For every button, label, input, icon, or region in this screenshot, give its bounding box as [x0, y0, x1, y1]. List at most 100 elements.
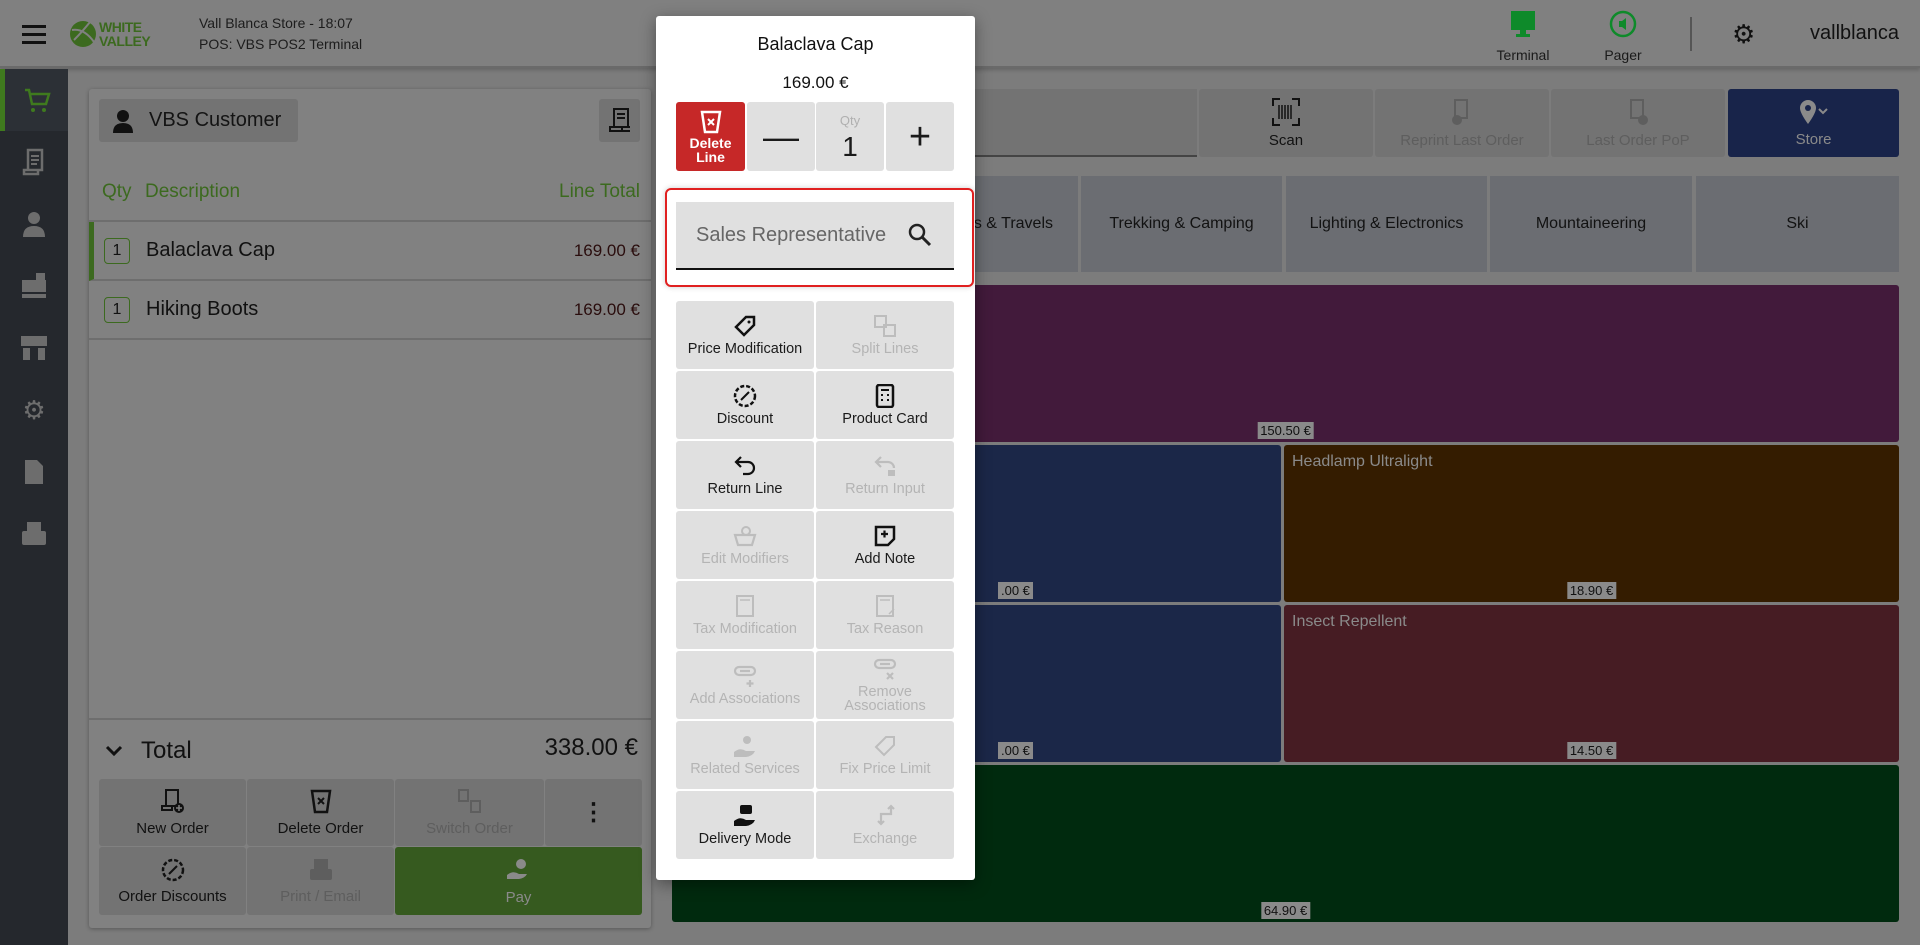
- document-icon: [25, 460, 43, 484]
- order-discounts-button[interactable]: Order Discounts: [99, 847, 246, 915]
- category-tab[interactable]: Lighting & Electronics: [1286, 176, 1487, 272]
- line-edit-dialog: Balaclava Cap 169.00 € Delete Line — Qty…: [656, 16, 975, 880]
- exchange-button[interactable]: Exchange: [816, 791, 954, 859]
- settings-gear-icon[interactable]: ⚙: [1732, 21, 1755, 47]
- pay-button[interactable]: Pay: [395, 847, 642, 915]
- product-name: Insect Repellent: [1292, 613, 1407, 630]
- reprint-last-order-button[interactable]: Reprint Last Order: [1375, 89, 1549, 157]
- add-associations-button[interactable]: Add Associations: [676, 651, 814, 719]
- add-associations-label: Add Associations: [689, 691, 801, 707]
- product-price: .00 €: [998, 582, 1033, 599]
- fix-price-limit-label: Fix Price Limit: [839, 761, 931, 777]
- order-options-button[interactable]: [599, 99, 640, 142]
- last-order-pop-button[interactable]: Last Order PoP: [1551, 89, 1725, 157]
- terminal-button[interactable]: Terminal: [1490, 10, 1556, 63]
- reprint-label: Reprint Last Order: [1400, 131, 1524, 149]
- delivery-mode-icon: [734, 805, 755, 826]
- sidebar-item-settings[interactable]: ⚙: [0, 379, 68, 441]
- pager-button[interactable]: Pager: [1590, 10, 1656, 63]
- sidebar-item-cart[interactable]: [0, 69, 68, 131]
- new-order-button[interactable]: New Order: [99, 779, 246, 846]
- delivery-mode-label: Delivery Mode: [698, 831, 792, 847]
- divider: [1690, 17, 1692, 51]
- more-options-icon[interactable]: ⋮: [545, 779, 642, 846]
- delete-line-button[interactable]: Delete Line: [676, 102, 745, 171]
- username[interactable]: vallblanca: [1810, 22, 1899, 45]
- decrease-qty-button[interactable]: —: [747, 102, 815, 171]
- trash-icon: [700, 110, 721, 133]
- product-card-button[interactable]: Product Card: [816, 371, 954, 439]
- sidebar-item-print[interactable]: [0, 503, 68, 565]
- terminal-label: Terminal: [1496, 47, 1550, 63]
- line-qty: 1: [104, 237, 130, 264]
- dialog-title: Balaclava Cap: [757, 34, 874, 54]
- return-input-button[interactable]: Return Input: [816, 441, 954, 509]
- tax-reason-button[interactable]: Tax Reason: [816, 581, 954, 649]
- customer-button[interactable]: VBS Customer: [99, 99, 298, 142]
- return-line-label: Return Line: [707, 481, 783, 497]
- product-name: Headlamp Ultralight: [1292, 453, 1433, 470]
- pay-hand-coin-icon: [506, 858, 527, 879]
- sidebar-item-store[interactable]: [0, 317, 68, 379]
- category-tab[interactable]: Trekking & Camping: [1081, 176, 1282, 272]
- product-tile[interactable]: Insect Repellent 14.50 €: [1284, 605, 1899, 762]
- remove-associations-button[interactable]: Remove Associations: [816, 651, 954, 719]
- sidebar-item-documents[interactable]: [0, 441, 68, 503]
- menu-icon[interactable]: [22, 24, 46, 49]
- fix-price-limit-button[interactable]: Fix Price Limit: [816, 721, 954, 789]
- sidebar-item-cash[interactable]: [0, 255, 68, 317]
- return-line-button[interactable]: Return Line: [676, 441, 814, 509]
- store-label: Store: [1795, 130, 1832, 148]
- delivery-mode-button[interactable]: Delivery Mode: [676, 791, 814, 859]
- store-button[interactable]: Store: [1728, 89, 1899, 157]
- receipt-icon: [22, 148, 44, 176]
- sidebar-item-customers[interactable]: [0, 193, 68, 255]
- related-services-button[interactable]: Related Services: [676, 721, 814, 789]
- dialog-price: 169.00 €: [782, 73, 849, 92]
- search-icon[interactable]: [908, 223, 932, 247]
- tax-modification-label: Tax Modification: [693, 621, 797, 637]
- receipt-settings-icon: [608, 107, 630, 132]
- order-line-selected[interactable]: 1 Balaclava Cap 169.00 €: [89, 222, 651, 281]
- discount-icon: [733, 384, 757, 408]
- store-time: Vall Blanca Store - 18:07: [199, 15, 353, 31]
- sales-representative-input[interactable]: Sales Representative: [676, 202, 954, 270]
- tax-reason-label: Tax Reason: [846, 621, 924, 637]
- price-modification-button[interactable]: Price Modification: [676, 301, 814, 369]
- discount-icon: [161, 858, 184, 881]
- column-line-total: Line Total: [559, 181, 640, 202]
- qty-display: Qty 1: [816, 102, 884, 171]
- switch-order-icon: [457, 789, 481, 813]
- add-note-icon: [874, 525, 896, 547]
- column-description: Description: [145, 181, 241, 202]
- cart-icon: [24, 88, 51, 112]
- edit-modifiers-button[interactable]: Edit Modifiers: [676, 511, 814, 579]
- order-line[interactable]: 1 Hiking Boots 169.00 €: [89, 281, 651, 340]
- category-tab[interactable]: Ski: [1696, 176, 1899, 272]
- split-lines-button[interactable]: Split Lines: [816, 301, 954, 369]
- pager-label: Pager: [1604, 47, 1642, 63]
- increase-qty-button[interactable]: +: [886, 102, 954, 171]
- qty-label: Qty: [839, 112, 861, 128]
- pos-terminal: POS: VBS POS2 Terminal: [199, 36, 363, 52]
- order-discounts-label: Order Discounts: [118, 887, 227, 905]
- edit-modifiers-label: Edit Modifiers: [701, 551, 789, 567]
- switch-order-button[interactable]: Switch Order: [395, 779, 544, 846]
- add-note-button[interactable]: Add Note: [816, 511, 954, 579]
- line-description: Balaclava Cap: [146, 239, 275, 261]
- print-email-button[interactable]: Print / Email: [247, 847, 394, 915]
- category-tab[interactable]: Mountaineering: [1490, 176, 1692, 272]
- total-toggle[interactable]: Total: [105, 737, 192, 765]
- total-label: Total: [141, 737, 192, 764]
- sidebar-item-orders[interactable]: [0, 131, 68, 193]
- tax-modification-button[interactable]: Tax Modification: [676, 581, 814, 649]
- pay-label: Pay: [505, 888, 532, 906]
- monitor-icon: [1511, 11, 1535, 37]
- return-line-icon: [734, 456, 756, 476]
- discount-button[interactable]: Discount: [676, 371, 814, 439]
- product-tile[interactable]: Headlamp Ultralight 18.90 €: [1284, 445, 1899, 602]
- scan-button[interactable]: Scan: [1199, 89, 1373, 157]
- delete-order-label: Delete Order: [277, 820, 364, 837]
- scan-label: Scan: [1268, 131, 1304, 149]
- delete-order-button[interactable]: Delete Order: [247, 779, 394, 846]
